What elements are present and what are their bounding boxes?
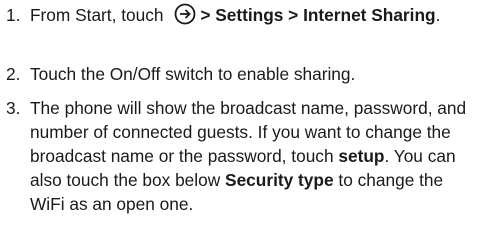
circle-right-arrow-icon (174, 3, 196, 31)
security-type-keyword: Security type (225, 170, 334, 190)
step-1-text: From Start, touch (30, 5, 164, 25)
step-item-1: 1. From Start, touch > Settings > Intern… (0, 3, 478, 31)
step-item-2: 2. Touch the On/Off switch to enable sha… (0, 62, 478, 86)
step-1-end: . (435, 5, 441, 25)
step-item-3: 3. The phone will show the broadcast nam… (0, 96, 478, 216)
step-2-text: Touch the On/Off switch to enable sharin… (30, 64, 356, 84)
step-number-3: 3. (6, 98, 21, 118)
settings-path: > Settings > Internet Sharing (200, 5, 436, 25)
step-number-1: 1. (6, 5, 21, 25)
setup-keyword: setup (338, 146, 385, 166)
step-number-2: 2. (6, 64, 21, 84)
